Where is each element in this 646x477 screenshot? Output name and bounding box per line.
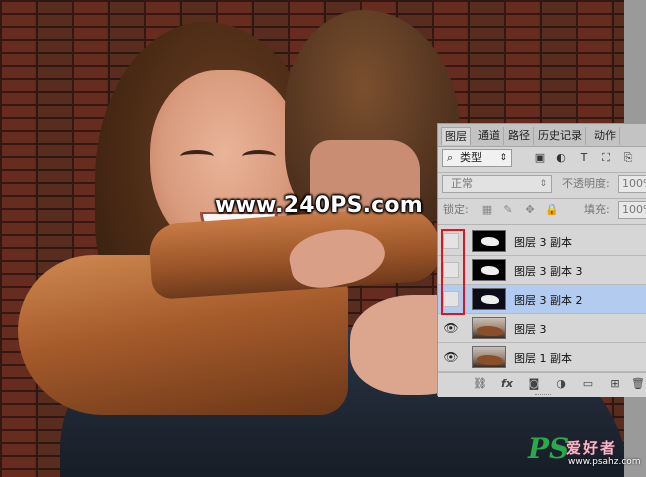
- fx-icon[interactable]: fx: [500, 377, 514, 391]
- logo-cn: 爱好者: [566, 439, 618, 457]
- layer-row[interactable]: 👁 图层 3: [438, 314, 646, 343]
- mask-icon[interactable]: ◙: [527, 377, 541, 391]
- layer-thumbnail: [472, 317, 506, 339]
- adjustment-filter-icon[interactable]: ◐: [554, 151, 568, 165]
- lock-label: 锁定:: [443, 203, 469, 216]
- new-layer-icon[interactable]: ⊞: [608, 377, 622, 391]
- layer-row[interactable]: 图层 3 副本: [438, 227, 646, 256]
- tab-channels[interactable]: 通道: [475, 127, 504, 145]
- layer-thumbnail: [472, 288, 506, 310]
- layer-row[interactable]: 👁 图层 1 副本: [438, 343, 646, 372]
- eye-icon[interactable]: 👁: [443, 349, 459, 365]
- fill-input[interactable]: 100%: [618, 201, 646, 219]
- layer-thumbnail: [472, 346, 506, 368]
- tab-actions[interactable]: 动作: [591, 127, 620, 145]
- spinner-arrows-icon: ⇕: [499, 153, 507, 163]
- layer-thumbnail: [472, 230, 506, 252]
- woman-eye-left: [180, 150, 214, 163]
- layer-name: 图层 3 副本: [514, 236, 572, 249]
- smart-object-filter-icon[interactable]: ⎘: [621, 151, 635, 165]
- fill-label: 填充:: [584, 203, 610, 216]
- image-filter-icon[interactable]: ▣: [533, 151, 547, 165]
- layers-panel: 图层 通道 路径 历史记录 动作 ⌕ 类型 ⇕ ▣ ◐ T ⛶ ⎘ 正常 ⇕ 不…: [437, 123, 646, 397]
- filter-row: ⌕ 类型 ⇕ ▣ ◐ T ⛶ ⎘: [438, 148, 646, 172]
- woman-eye-right: [242, 150, 276, 163]
- search-icon: ⌕: [447, 151, 454, 164]
- shape-filter-icon[interactable]: ⛶: [599, 151, 613, 165]
- logo-ps: PS: [528, 432, 570, 465]
- layer-thumbnail: [472, 259, 506, 281]
- link-icon[interactable]: ⛓: [473, 377, 487, 391]
- lock-all-icon[interactable]: 🔒: [545, 204, 559, 216]
- layer-name: 图层 1 副本: [514, 352, 572, 365]
- folder-icon[interactable]: ▭: [581, 377, 595, 391]
- watermark-text: www.240PS.com: [215, 193, 423, 218]
- blend-mode-select[interactable]: 正常 ⇕: [442, 175, 552, 193]
- divider: [438, 198, 646, 199]
- blend-mode-value: 正常: [451, 177, 473, 190]
- eye-icon[interactable]: 👁: [443, 320, 459, 336]
- type-filter-icon[interactable]: T: [577, 151, 591, 165]
- divider: [438, 224, 646, 225]
- tab-history[interactable]: 历史记录: [535, 127, 586, 145]
- opacity-label: 不透明度:: [562, 177, 610, 190]
- lock-row: 锁定: ▦ ✎ ✥ 🔒 填充: 100%: [438, 200, 646, 222]
- filter-kind-value: 类型: [460, 151, 482, 164]
- spinner-arrows-icon: ⇕: [539, 179, 547, 189]
- site-logo: PS 爱好者 www.psahz.com: [528, 432, 641, 471]
- tab-layers[interactable]: 图层: [441, 127, 471, 145]
- opacity-input[interactable]: 100%: [618, 175, 646, 193]
- lock-move-icon[interactable]: ✥: [524, 204, 536, 216]
- layers-list: 图层 3 副本 图层 3 副本 3 图层 3 副本 2 👁 图层 3 👁 图层 …: [438, 227, 646, 372]
- layer-name: 图层 3 副本 3: [514, 265, 583, 278]
- blend-row: 正常 ⇕ 不透明度: 100%: [438, 174, 646, 196]
- layer-filter-select[interactable]: ⌕ 类型 ⇕: [442, 149, 512, 167]
- panel-tabs: 图层 通道 路径 历史记录 动作: [438, 124, 646, 147]
- layer-name: 图层 3: [514, 323, 547, 336]
- layer-row[interactable]: 图层 3 副本 3: [438, 256, 646, 285]
- resize-grip[interactable]: [535, 394, 551, 397]
- layer-name: 图层 3 副本 2: [514, 294, 583, 307]
- trash-icon[interactable]: 🗑: [631, 377, 645, 391]
- lock-transparent-icon[interactable]: ▦: [481, 204, 493, 216]
- panel-footer: ⛓ fx ◙ ◑ ▭ ⊞ 🗑: [438, 372, 646, 397]
- layer-row-selected[interactable]: 图层 3 副本 2: [438, 285, 646, 314]
- tab-paths[interactable]: 路径: [505, 127, 534, 145]
- adjustment-icon[interactable]: ◑: [554, 377, 568, 391]
- visibility-highlight-box: [441, 229, 465, 315]
- logo-url: www.psahz.com: [568, 457, 641, 467]
- divider: [438, 172, 646, 173]
- lock-brush-icon[interactable]: ✎: [502, 204, 514, 216]
